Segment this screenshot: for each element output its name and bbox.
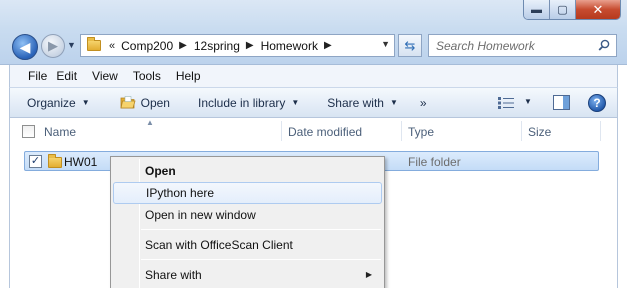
search-icon[interactable] [598,39,610,51]
preview-pane-icon[interactable] [553,95,570,110]
file-name: HW01 [64,155,98,169]
context-item-share-with[interactable]: Share with ▶ [113,264,382,286]
breadcrumb-item[interactable]: Homework [261,39,318,53]
close-button[interactable]: ✕ [576,0,620,19]
chevron-down-icon: ▼ [81,98,90,107]
folder-icon [87,37,101,51]
menu-separator [141,259,381,260]
column-divider[interactable] [521,121,522,141]
context-item-ipython-here[interactable]: IPython here [113,182,382,204]
arrow-left-icon: ◀ [19,38,31,55]
breadcrumb-overflow[interactable]: « [109,40,115,52]
chevron-right-icon: ▶ [365,270,372,279]
back-button[interactable]: ◀ [12,34,38,60]
menu-bar: File Edit View Tools Help [9,65,618,87]
maximize-button[interactable]: ▢ [550,0,576,19]
address-bar[interactable]: « Comp200 ▶ 12spring ▶ Homework ▶ ▼ [80,34,395,57]
include-label: Include in library [197,95,286,110]
minimize-button[interactable]: ▬ [524,0,550,19]
column-name[interactable]: Name [44,125,76,139]
command-bar: Organize ▼ Open Include in library ▼ Share… [9,87,618,118]
row-checkbox[interactable]: ✓ [29,155,42,168]
context-item-scan-officescan[interactable]: Scan with OfficeScan Client [113,234,382,256]
window-chrome: ▬ ▢ ✕ ◀ ▶ ▼ « Comp200 ▶ 12spring ▶ Homewor… [0,0,627,65]
chevron-down-icon: ▼ [291,98,300,107]
views-dropdown[interactable]: ▼ [524,97,532,106]
menu-file[interactable]: File [10,69,56,83]
search-input[interactable] [436,38,596,53]
forward-button[interactable]: ▶ [41,34,65,58]
share-with-label: Share with [145,268,202,282]
folder-icon [48,154,62,168]
view-list-icon[interactable] [498,97,514,109]
chevron-right-icon[interactable]: ▶ [179,40,187,51]
search-box[interactable] [428,34,617,57]
chevron-right-icon[interactable]: ▶ [246,40,254,51]
more-commands-button[interactable]: » [420,96,427,110]
column-header: ▲ Name Date modified Type Size [10,118,617,144]
column-date-modified[interactable]: Date modified [288,125,362,139]
arrow-right-icon: ▶ [48,38,58,53]
open-folder-icon [120,96,136,109]
sort-caret-icon: ▲ [146,118,154,127]
organize-label: Organize [27,95,76,110]
menu-edit[interactable]: Edit [56,69,92,83]
column-divider[interactable] [600,121,601,141]
context-item-open-new-window[interactable]: Open in new window [113,204,382,226]
open-button[interactable]: Open [120,96,170,110]
breadcrumb: Comp200 ▶ 12spring ▶ Homework ▶ [121,39,339,53]
context-item-open[interactable]: Open [113,160,382,182]
address-history-dropdown[interactable]: ▼ [381,39,390,49]
include-in-library-button[interactable]: Include in library ▼ [198,96,299,110]
column-size[interactable]: Size [528,125,551,139]
menu-view[interactable]: View [92,69,133,83]
menu-separator [141,229,381,230]
help-icon[interactable]: ? [588,94,606,112]
context-menu: Open IPython here Open in new window Sca… [110,156,385,288]
file-type: File folder [408,155,461,169]
menu-tools[interactable]: Tools [133,69,176,83]
breadcrumb-item[interactable]: 12spring [194,39,240,53]
window-controls: ▬ ▢ ✕ [523,0,621,20]
column-type[interactable]: Type [408,125,434,139]
chevron-down-icon: ▼ [389,98,398,107]
chevron-right-icon[interactable]: ▶ [324,40,332,51]
recent-pages-dropdown[interactable]: ▼ [67,40,76,50]
breadcrumb-item[interactable]: Comp200 [121,39,173,53]
share-with-button[interactable]: Share with ▼ [327,96,398,110]
refresh-button[interactable]: ⇆ [398,34,422,57]
column-divider[interactable] [281,121,282,141]
double-chevron-right-icon: » [419,95,427,110]
menu-help[interactable]: Help [176,69,216,83]
column-divider[interactable] [401,121,402,141]
select-all-checkbox[interactable] [22,125,35,138]
open-label: Open [140,95,170,110]
organize-button[interactable]: Organize ▼ [27,96,90,110]
share-label: Share with [327,95,384,110]
refresh-icon: ⇆ [404,37,416,53]
